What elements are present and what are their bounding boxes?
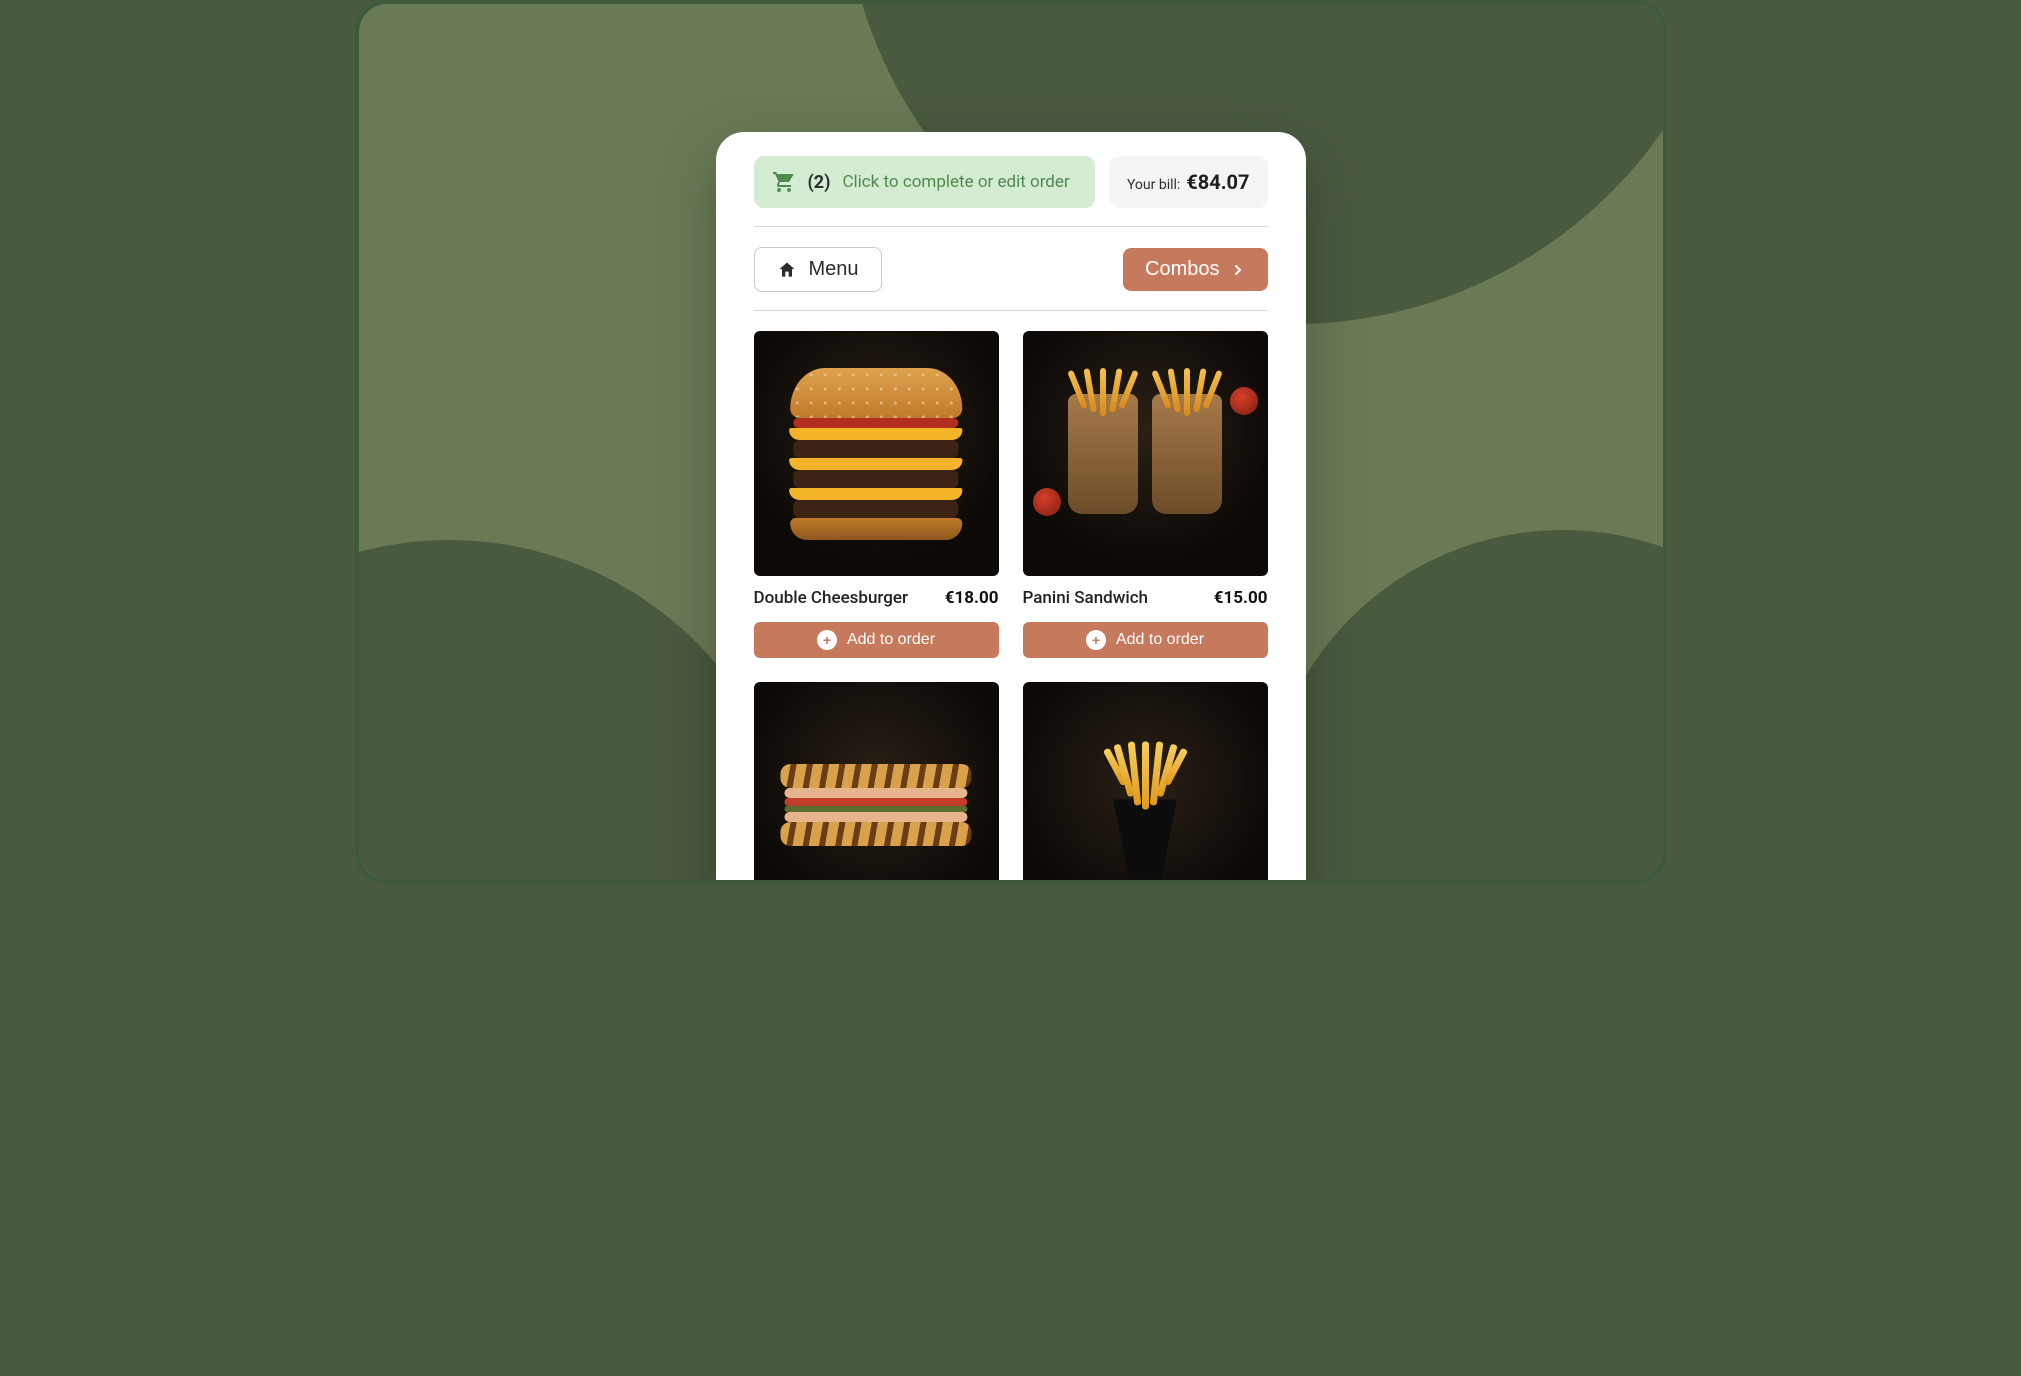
chevron-right-icon [1230, 262, 1246, 278]
bill-amount: €84.07 [1186, 170, 1249, 194]
kiosk-screen: (2) Click to complete or edit order Your… [716, 132, 1306, 884]
product-image[interactable] [1023, 682, 1268, 884]
cart-banner[interactable]: (2) Click to complete or edit order [754, 156, 1095, 208]
home-icon [777, 260, 797, 280]
plus-icon: + [1086, 630, 1106, 650]
cart-label: Click to complete or edit order [842, 172, 1069, 192]
add-to-order-button[interactable]: + Add to order [754, 622, 999, 658]
combos-button[interactable]: Combos [1123, 248, 1267, 291]
product-grid: Double Cheesburger €18.00 + Add to order [754, 331, 1268, 884]
menu-button-label: Menu [809, 258, 859, 281]
product-image[interactable] [754, 331, 999, 576]
product-image[interactable] [1023, 331, 1268, 576]
product-price: €18.00 [945, 588, 999, 608]
demo-stage: (2) Click to complete or edit order Your… [355, 0, 1667, 884]
cart-icon [772, 170, 796, 194]
plus-icon: + [817, 630, 837, 650]
product-card: Double Cheesburger €18.00 + Add to order [754, 331, 999, 658]
product-card [754, 682, 999, 884]
bill-label: Your bill: [1127, 177, 1180, 193]
decorative-blob [1263, 530, 1667, 884]
add-button-label: Add to order [847, 631, 935, 649]
menu-button[interactable]: Menu [754, 247, 882, 292]
divider [754, 226, 1268, 227]
product-name: Double Cheesburger [754, 588, 909, 608]
product-name: Panini Sandwich [1023, 588, 1149, 608]
product-price: €15.00 [1214, 588, 1268, 608]
product-card: Panini Sandwich €15.00 + Add to order [1023, 331, 1268, 658]
cart-count: (2) [808, 172, 831, 193]
product-card [1023, 682, 1268, 884]
add-button-label: Add to order [1116, 631, 1204, 649]
combos-button-label: Combos [1145, 258, 1219, 281]
add-to-order-button[interactable]: + Add to order [1023, 622, 1268, 658]
product-image[interactable] [754, 682, 999, 884]
bill-box: Your bill: €84.07 [1109, 156, 1268, 208]
divider [754, 310, 1268, 311]
